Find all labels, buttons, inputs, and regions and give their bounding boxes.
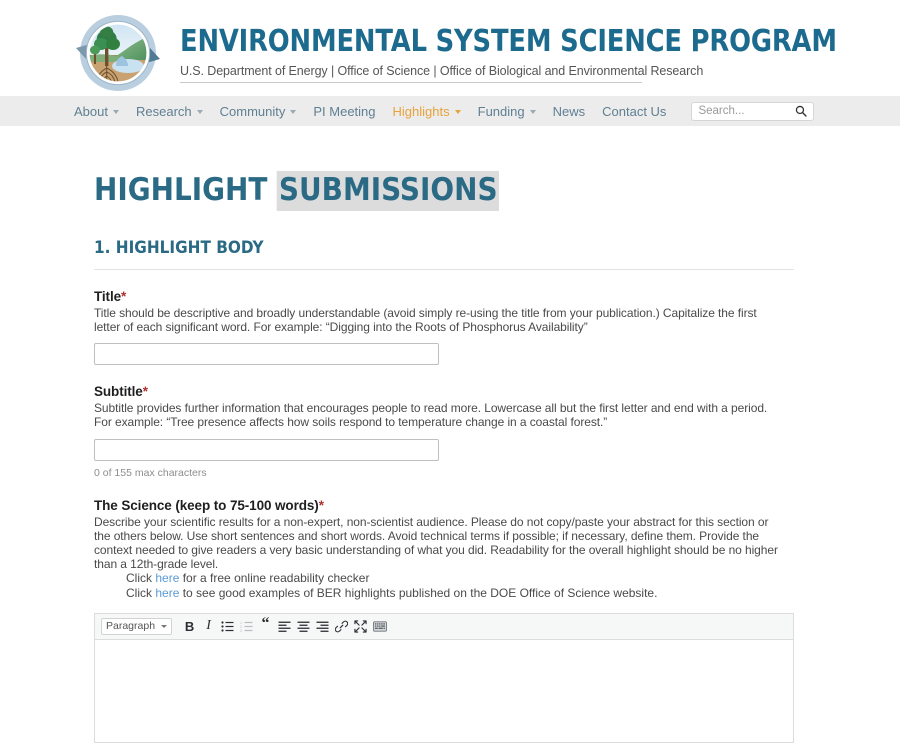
align-left-glyph <box>278 621 291 632</box>
field-the-science: The Science (keep to 75-100 words)* Desc… <box>94 498 794 743</box>
field-science-label: The Science (keep to 75-100 words)* <box>94 498 794 513</box>
science-rich-text-editor: Paragraph B I 1 2 3 “ <box>94 612 794 743</box>
subtitle-input[interactable] <box>94 438 439 461</box>
site-header: ENVIRONMENTAL SYSTEM SCIENCE PROGRAM U.S… <box>0 0 900 96</box>
page-title-highlighted: SUBMISSIONS <box>277 171 500 211</box>
numbered-list-glyph: 1 2 3 <box>240 621 253 632</box>
field-subtitle: Subtitle* Subtitle provides further info… <box>94 384 794 479</box>
keyboard-glyph <box>372 621 387 632</box>
field-science-help: Describe your scientific results for a n… <box>94 514 778 572</box>
nav-item-funding[interactable]: Funding <box>478 104 536 119</box>
bold-glyph: B <box>184 618 195 634</box>
link-glyph <box>335 620 349 633</box>
nav-item-label: Research <box>135 103 192 119</box>
nav-item-community[interactable]: Community <box>220 104 297 119</box>
nav-item-label: PI Meeting <box>313 103 376 119</box>
blockquote-icon[interactable]: “ <box>256 616 275 637</box>
keyboard-shortcuts-icon[interactable] <box>370 616 389 637</box>
bold-icon[interactable]: B <box>180 616 199 637</box>
align-center-glyph <box>297 621 310 632</box>
svg-text:3: 3 <box>240 629 242 632</box>
page-title: HIGHLIGHT SUBMISSIONS <box>94 171 724 211</box>
main-navigation: About Research Community PI Meeting High… <box>0 96 900 126</box>
blockquote-glyph: “ <box>261 615 270 633</box>
bulleted-list-glyph <box>221 621 234 632</box>
nav-item-label: Funding <box>477 103 525 119</box>
link-icon[interactable] <box>332 616 351 637</box>
paragraph-format-select[interactable]: Paragraph <box>101 617 173 635</box>
nav-item-contact-us[interactable]: Contact Us <box>602 104 666 119</box>
italic-glyph: I <box>206 618 211 634</box>
ber-examples-link[interactable]: here <box>155 586 179 600</box>
readability-checker-link[interactable]: here <box>155 571 179 585</box>
field-subtitle-label-text: Subtitle <box>94 384 143 400</box>
chevron-down-icon <box>454 110 461 114</box>
required-marker: * <box>142 384 148 400</box>
field-title-label-text: Title <box>94 289 122 304</box>
chevron-down-icon <box>196 110 203 114</box>
align-right-glyph <box>316 621 329 632</box>
page-title-part1: HIGHLIGHT <box>94 172 278 208</box>
italic-icon[interactable]: I <box>199 616 218 637</box>
numbered-list-icon[interactable]: 1 2 3 <box>237 616 256 637</box>
field-title-label: Title* <box>94 289 794 304</box>
site-logo[interactable] <box>62 8 174 96</box>
chevron-down-icon <box>161 624 168 628</box>
nav-item-highlights[interactable]: Highlights <box>393 104 461 119</box>
search-box[interactable] <box>691 101 815 121</box>
header-divider <box>180 81 642 83</box>
nav-item-news[interactable]: News <box>553 104 586 119</box>
link-line-2-post: to see good examples of BER highlights p… <box>179 585 658 600</box>
nav-item-label: Highlights <box>392 103 450 119</box>
site-subtitle: U.S. Department of Energy | Office of Sc… <box>180 63 704 78</box>
search-input[interactable] <box>698 105 796 117</box>
chevron-down-icon <box>529 110 536 114</box>
editor-toolbar: Paragraph B I 1 2 3 “ <box>95 613 793 640</box>
field-title-help: Title should be descriptive and broadly … <box>94 306 757 335</box>
link-line-2-pre: Click <box>126 585 156 600</box>
field-science-label-text: The Science (keep to 75-100 words) <box>94 497 319 513</box>
nav-item-label: News <box>552 103 586 119</box>
nav-item-about[interactable]: About <box>74 104 119 119</box>
section-divider <box>94 269 794 270</box>
align-left-icon[interactable] <box>275 616 294 637</box>
nav-item-label: About <box>74 103 108 119</box>
readability-checker-line: Click here for a free online readability… <box>126 571 794 585</box>
link-line-1-pre: Click <box>126 571 156 586</box>
required-marker: * <box>318 497 324 513</box>
field-title: Title* Title should be descriptive and b… <box>94 289 794 366</box>
required-marker: * <box>121 289 127 304</box>
subtitle-char-counter: 0 of 155 max characters <box>94 466 207 479</box>
title-input[interactable] <box>94 343 439 366</box>
header-text-block: ENVIRONMENTAL SYSTEM SCIENCE PROGRAM U.S… <box>180 8 900 83</box>
nav-item-pi-meeting[interactable]: PI Meeting <box>313 104 375 119</box>
nav-item-label: Community <box>219 103 286 119</box>
chevron-down-icon <box>290 110 297 114</box>
link-line-1-post: for a free online readability checker <box>179 571 370 586</box>
ess-program-logo-icon <box>76 15 160 91</box>
ber-examples-line: Click here to see good examples of BER h… <box>126 586 794 600</box>
science-editor-body[interactable] <box>95 639 793 742</box>
nav-item-label: Contact Us <box>602 103 667 119</box>
search-icon[interactable] <box>795 105 808 117</box>
main-content: HIGHLIGHT SUBMISSIONS 1. HIGHLIGHT BODY … <box>0 171 900 743</box>
section-heading-highlight-body: 1. HIGHLIGHT BODY <box>94 238 264 258</box>
align-right-icon[interactable] <box>313 616 332 637</box>
chevron-down-icon <box>112 110 119 114</box>
fullscreen-icon[interactable] <box>351 616 370 637</box>
paragraph-format-value: Paragraph <box>106 620 156 633</box>
field-subtitle-help: Subtitle provides further information th… <box>94 401 768 430</box>
nav-item-research[interactable]: Research <box>136 104 203 119</box>
bulleted-list-icon[interactable] <box>218 616 237 637</box>
align-center-icon[interactable] <box>294 616 313 637</box>
field-subtitle-label: Subtitle* <box>94 384 794 399</box>
site-title: ENVIRONMENTAL SYSTEM SCIENCE PROGRAM <box>180 24 837 59</box>
fullscreen-glyph <box>354 620 367 633</box>
